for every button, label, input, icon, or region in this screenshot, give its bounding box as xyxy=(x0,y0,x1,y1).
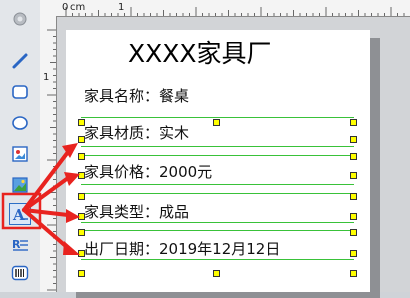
ellipse-tool[interactable] xyxy=(9,112,31,134)
ruler-origin-label: 0 xyxy=(62,2,69,13)
resize-handle[interactable] xyxy=(350,213,357,220)
line-icon xyxy=(12,53,28,69)
rounded-rectangle-icon xyxy=(12,85,28,99)
vertical-ruler-ticks xyxy=(47,29,56,291)
text-icon: A xyxy=(12,206,28,223)
gear-icon[interactable] xyxy=(9,8,31,30)
resize-handle[interactable] xyxy=(78,213,85,220)
resize-handle[interactable] xyxy=(350,270,357,277)
label-field-material[interactable]: 家具材质：实木 xyxy=(84,122,189,143)
resize-handle[interactable] xyxy=(78,270,85,277)
rounded-rectangle-tool[interactable] xyxy=(9,81,31,103)
barcode-icon xyxy=(11,265,29,281)
resize-handle[interactable] xyxy=(350,172,357,179)
resize-handle[interactable] xyxy=(78,136,85,143)
label-field-price[interactable]: 家具价格：2000元 xyxy=(84,161,212,182)
ruler-corner xyxy=(40,0,57,17)
resize-handle[interactable] xyxy=(350,193,357,200)
label-field-type[interactable]: 家具类型：成品 xyxy=(84,201,189,222)
label-field-date[interactable]: 出厂日期：2019年12月12日 xyxy=(84,238,280,259)
rich-text-icon: R xyxy=(12,238,28,251)
label-field-name[interactable]: 家具名称：餐桌 xyxy=(84,85,189,106)
text-tool[interactable]: A xyxy=(9,203,31,225)
resize-handle[interactable] xyxy=(213,119,220,126)
line-tool[interactable] xyxy=(9,50,31,72)
resize-handle[interactable] xyxy=(350,250,357,257)
resize-handle[interactable] xyxy=(350,136,357,143)
rich-text-tool[interactable]: R xyxy=(9,233,31,255)
resize-handle[interactable] xyxy=(350,229,357,236)
resize-handle[interactable] xyxy=(78,119,85,126)
image-tool[interactable] xyxy=(9,174,31,196)
resize-handle[interactable] xyxy=(78,153,85,160)
vertical-ruler[interactable]: 1 xyxy=(40,16,57,292)
resize-handle[interactable] xyxy=(78,172,85,179)
resize-handle[interactable] xyxy=(213,270,220,277)
picture-icon xyxy=(12,146,28,162)
resize-handle[interactable] xyxy=(350,119,357,126)
resize-handle[interactable] xyxy=(78,193,85,200)
barcode-tool[interactable] xyxy=(9,262,31,284)
image-icon xyxy=(12,177,28,193)
picture-tool[interactable] xyxy=(9,143,31,165)
svg-text:A: A xyxy=(12,206,25,223)
svg-text:R: R xyxy=(12,238,21,251)
resize-handle[interactable] xyxy=(78,229,85,236)
label-title[interactable]: XXXX家具厂 xyxy=(128,34,272,70)
tool-palette: A R xyxy=(0,0,41,292)
resize-handle[interactable] xyxy=(78,250,85,257)
ruler-unit-label: cm xyxy=(70,2,86,13)
vertical-ruler-tick-label: 1 xyxy=(43,72,50,83)
horizontal-ruler[interactable]: 0 cm 1 xyxy=(56,0,410,17)
ellipse-icon xyxy=(12,116,28,130)
ruler-tick-label: 1 xyxy=(118,2,125,13)
horizontal-ruler-ticks xyxy=(65,7,405,16)
resize-handle[interactable] xyxy=(350,153,357,160)
